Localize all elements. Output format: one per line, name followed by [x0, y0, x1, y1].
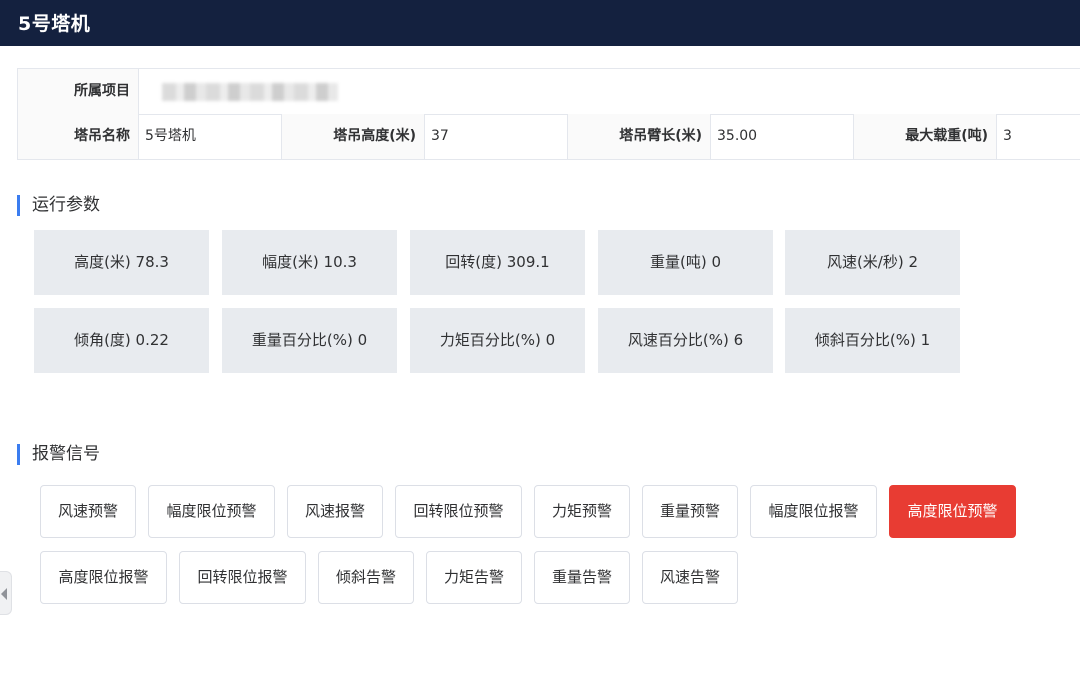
max-load-value: 3 [1003, 128, 1012, 144]
alarm-button[interactable]: 幅度限位预警 [148, 485, 275, 538]
chevron-left-icon [1, 588, 7, 600]
alarm-button[interactable]: 风速报警 [287, 485, 383, 538]
project-value-redacted [162, 83, 338, 101]
crane-arm-label: 塔吊臂长(米) [568, 114, 711, 159]
param-tile: 倾角(度) 0.22 [34, 308, 209, 373]
alarm-button[interactable]: 力矩预警 [534, 485, 630, 538]
alarm-button[interactable]: 力矩告警 [426, 551, 522, 604]
param-tile: 回转(度) 309.1 [410, 230, 585, 295]
param-tile: 力矩百分比(%) 0 [410, 308, 585, 373]
param-tile: 风速(米/秒) 2 [785, 230, 960, 295]
param-tile: 重量百分比(%) 0 [222, 308, 397, 373]
section-accent-bar [17, 195, 20, 216]
param-tile: 幅度(米) 10.3 [222, 230, 397, 295]
param-tile: 倾斜百分比(%) 1 [785, 308, 960, 373]
section-title-alarms: 报警信号 [17, 442, 100, 466]
crane-height-label: 塔吊高度(米) [282, 114, 425, 159]
param-tile: 高度(米) 78.3 [34, 230, 209, 295]
crane-height-value: 37 [425, 114, 568, 159]
alarm-button[interactable]: 风速预警 [40, 485, 136, 538]
alarm-button-active[interactable]: 高度限位预警 [889, 485, 1016, 538]
crane-name-label: 塔吊名称 [18, 114, 139, 159]
alarm-button[interactable]: 倾斜告警 [318, 551, 414, 604]
alarm-button[interactable]: 重量告警 [534, 551, 630, 604]
sidebar-toggle-handle[interactable] [0, 571, 12, 615]
alarm-button[interactable]: 高度限位报警 [40, 551, 167, 604]
header-bar: 5号塔机 [0, 0, 1080, 46]
alarm-button[interactable]: 回转限位预警 [395, 485, 522, 538]
crane-arm-value: 35.00 [711, 114, 854, 159]
info-row-project: 所属项目 [18, 69, 1080, 115]
crane-info-table: 所属项目 塔吊名称 5号塔机 塔吊高度(米) 37 塔吊臂长(米) 35.00 … [17, 68, 1080, 160]
alarms-title: 报警信号 [32, 444, 100, 464]
section-title-params: 运行参数 [17, 193, 100, 217]
crane-name-value: 5号塔机 [139, 114, 282, 159]
page-title: 5号塔机 [18, 13, 91, 35]
alarm-button[interactable]: 风速告警 [642, 551, 738, 604]
project-label: 所属项目 [18, 69, 139, 114]
alarm-button[interactable]: 幅度限位报警 [750, 485, 877, 538]
section-accent-bar [17, 444, 20, 465]
param-tile: 风速百分比(%) 6 [598, 308, 773, 373]
alarm-button[interactable]: 重量预警 [642, 485, 738, 538]
param-tile: 重量(吨) 0 [598, 230, 773, 295]
params-title: 运行参数 [32, 195, 100, 215]
max-load-label: 最大载重(吨) [854, 114, 997, 159]
alarm-button[interactable]: 回转限位报警 [179, 551, 306, 604]
info-row-specs: 塔吊名称 5号塔机 塔吊高度(米) 37 塔吊臂长(米) 35.00 最大载重(… [18, 114, 1080, 159]
